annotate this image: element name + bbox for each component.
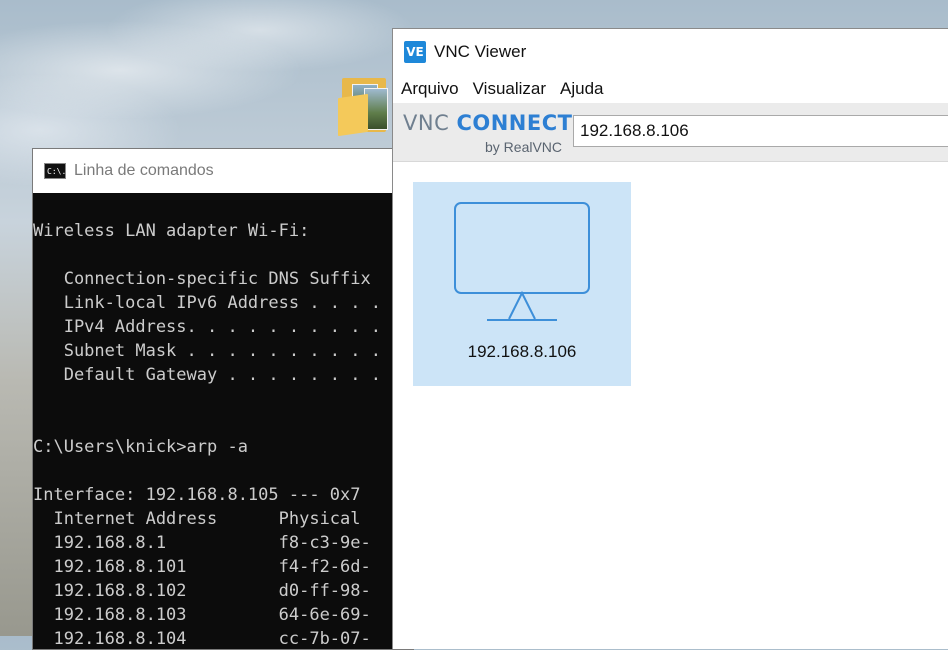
vnc-viewer-icon: VE bbox=[404, 41, 426, 63]
window-title: VNC Viewer bbox=[434, 42, 527, 61]
logo-connect-text: CONNECT bbox=[456, 111, 573, 135]
monitor-icon bbox=[454, 202, 590, 321]
console-line: Interface: 192.168.8.105 --- 0x7 bbox=[33, 485, 361, 505]
vnc-viewer-window[interactable]: VE VNC Viewer Arquivo Visualizar Ajuda V… bbox=[392, 28, 948, 649]
cmd-icon: C:\. bbox=[44, 163, 66, 179]
menu-ajuda[interactable]: Ajuda bbox=[560, 79, 603, 99]
connection-tile[interactable]: 192.168.8.106 bbox=[413, 182, 631, 386]
console-line: Link-local IPv6 Address . . . . bbox=[33, 293, 381, 313]
console-line: Default Gateway . . . . . . . . bbox=[33, 365, 381, 385]
console-line: IPv4 Address. . . . . . . . . . bbox=[33, 317, 381, 337]
connection-label: 192.168.8.106 bbox=[467, 342, 577, 361]
console-line: 192.168.8.102 d0-ff-98- bbox=[33, 581, 371, 601]
logo-wordmark: VNC CONNECT bbox=[403, 111, 572, 135]
console-output[interactable]: Wireless LAN adapter Wi-Fi: Connection-s… bbox=[33, 194, 413, 649]
folder-front bbox=[338, 93, 368, 137]
console-line: 192.168.8.104 cc-7b-07- bbox=[33, 629, 371, 649]
menu-bar: Arquivo Visualizar Ajuda bbox=[393, 75, 948, 103]
logo-vnc-text: VNC bbox=[403, 111, 450, 135]
menu-arquivo[interactable]: Arquivo bbox=[401, 79, 459, 99]
console-line: Subnet Mask . . . . . . . . . . bbox=[33, 341, 381, 361]
console-line: C:\Users\knick>arp -a bbox=[33, 437, 248, 457]
console-line: Connection-specific DNS Suffix bbox=[33, 269, 371, 289]
vnc-connect-logo: VNC CONNECT by RealVNC bbox=[403, 111, 572, 155]
console-line: 192.168.8.103 64-6e-69- bbox=[33, 605, 371, 625]
menu-visualizar[interactable]: Visualizar bbox=[473, 79, 546, 99]
console-line: 192.168.8.1 f8-c3-9e- bbox=[33, 533, 371, 553]
console-line: Wireless LAN adapter Wi-Fi: bbox=[33, 221, 310, 241]
address-input[interactable] bbox=[573, 115, 948, 147]
folder-with-photos-icon[interactable] bbox=[338, 74, 392, 137]
cmd-titlebar[interactable]: C:\. Linha de comandos bbox=[33, 149, 413, 193]
command-prompt-window[interactable]: C:\. Linha de comandos Wireless LAN adap… bbox=[32, 148, 414, 650]
logo-byline: by RealVNC bbox=[485, 139, 563, 155]
console-line: Internet Address Physical bbox=[33, 509, 361, 529]
cmd-title: Linha de comandos bbox=[74, 162, 214, 179]
toolbar: VNC CONNECT by RealVNC bbox=[393, 103, 948, 162]
vnc-titlebar[interactable]: VE VNC Viewer bbox=[393, 29, 948, 75]
console-line: 192.168.8.101 f4-f2-6d- bbox=[33, 557, 371, 577]
